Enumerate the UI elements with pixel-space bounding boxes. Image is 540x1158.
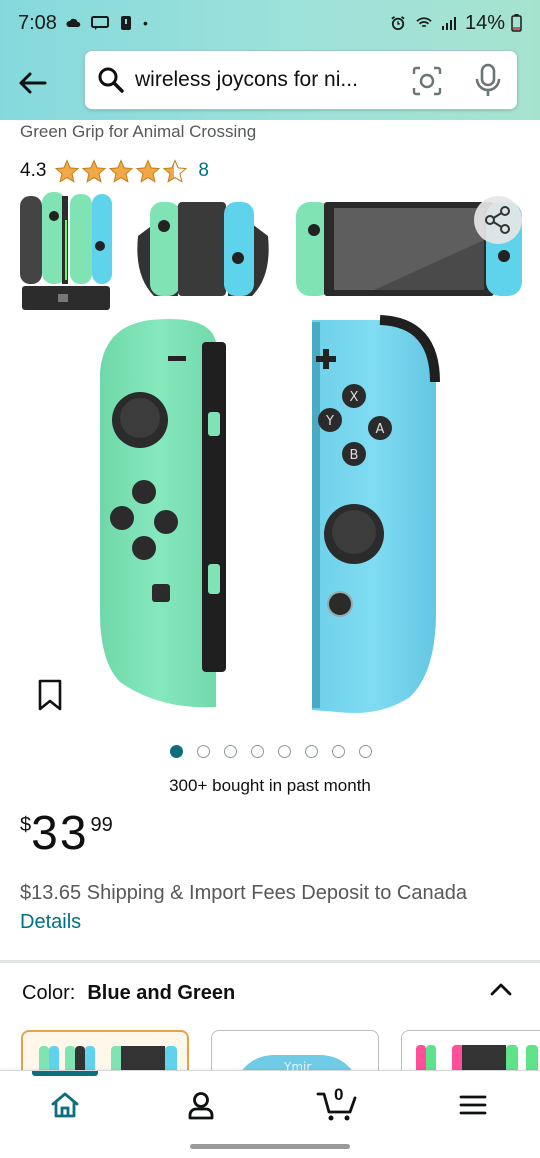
- search-query: wireless joycons for ni...: [135, 68, 358, 91]
- svg-text:X: X: [350, 390, 359, 405]
- battery-percent: 14%: [464, 11, 505, 34]
- notification-icon: [120, 16, 131, 30]
- bottom-navigation: 0: [0, 1070, 540, 1138]
- carousel-dot[interactable]: [251, 745, 264, 758]
- carousel-dot[interactable]: [359, 745, 372, 758]
- back-button[interactable]: [0, 51, 64, 115]
- image-carousel-dots[interactable]: [170, 745, 372, 758]
- bookmark-icon: [38, 679, 62, 711]
- alarm-icon: [391, 16, 405, 30]
- carousel-dot[interactable]: [197, 745, 210, 758]
- clock: 7:08: [18, 11, 57, 34]
- star-icon: [109, 158, 134, 183]
- carousel-dot[interactable]: [170, 745, 183, 758]
- cloud-icon: [66, 18, 81, 27]
- half-star-icon: [163, 158, 188, 183]
- price-whole: 33: [31, 807, 89, 860]
- share-button[interactable]: [474, 196, 522, 244]
- carousel-dot[interactable]: [224, 745, 237, 758]
- svg-text:Y: Y: [325, 414, 334, 429]
- section-divider: [0, 960, 540, 963]
- star-icon: [136, 158, 161, 183]
- signal-icon: [441, 17, 456, 30]
- search-icon: [98, 67, 124, 93]
- back-arrow-icon: [19, 72, 47, 94]
- details-link[interactable]: Details: [20, 911, 81, 934]
- microphone-icon[interactable]: [473, 63, 503, 99]
- rating-value: 4.3: [20, 160, 47, 181]
- star-icon: [82, 158, 107, 183]
- price: $ 33 99: [20, 808, 113, 860]
- shipping-info: $13.65 Shipping & Import Fees Deposit to…: [20, 882, 467, 904]
- color-label: Color:: [22, 982, 76, 1004]
- account-icon: [188, 1092, 214, 1120]
- menu-icon: [459, 1095, 487, 1115]
- star-rating: [54, 158, 188, 184]
- search-input[interactable]: wireless joycons for ni...: [84, 50, 518, 110]
- camera-search-icon[interactable]: [411, 65, 443, 97]
- svg-text:B: B: [350, 448, 359, 463]
- rating-count: 8: [198, 160, 209, 181]
- save-to-list-button[interactable]: [36, 678, 64, 712]
- svg-text:A: A: [376, 422, 385, 437]
- share-icon: [485, 206, 510, 234]
- rating-row[interactable]: 4.3 8: [20, 158, 209, 184]
- bought-in-past-month: 300+ bought in past month: [169, 776, 371, 795]
- carousel-dot[interactable]: [305, 745, 318, 758]
- thumbnail-grip[interactable]: [134, 196, 272, 300]
- product-subtitle: Green Grip for Animal Crossing: [20, 122, 257, 141]
- battery-icon: [511, 14, 522, 32]
- product-main-image[interactable]: X Y A B: [90, 312, 450, 722]
- wifi-icon: [416, 17, 432, 28]
- nav-menu[interactable]: [438, 1071, 508, 1139]
- price-fraction: 99: [90, 814, 113, 836]
- status-bar: 7:08 • 14%: [0, 0, 540, 46]
- search-header: wireless joycons for ni...: [0, 46, 540, 120]
- carousel-dot[interactable]: [332, 745, 345, 758]
- thumbnail-charging-dock[interactable]: [18, 190, 114, 316]
- nav-account[interactable]: [166, 1071, 236, 1139]
- price-symbol: $: [20, 814, 32, 836]
- gesture-handle[interactable]: [190, 1144, 350, 1149]
- carousel-dot[interactable]: [278, 745, 291, 758]
- star-icon: [55, 158, 80, 183]
- color-selector-header[interactable]: Color: Blue and Green: [22, 982, 235, 1005]
- message-icon: [90, 16, 109, 30]
- nav-home[interactable]: [30, 1071, 100, 1139]
- more-dot: •: [142, 15, 148, 31]
- chevron-up-icon[interactable]: [488, 978, 514, 1000]
- cart-count: 0: [334, 1085, 344, 1104]
- nav-cart[interactable]: 0: [302, 1071, 372, 1139]
- home-icon: [51, 1092, 79, 1118]
- color-value: Blue and Green: [87, 982, 236, 1004]
